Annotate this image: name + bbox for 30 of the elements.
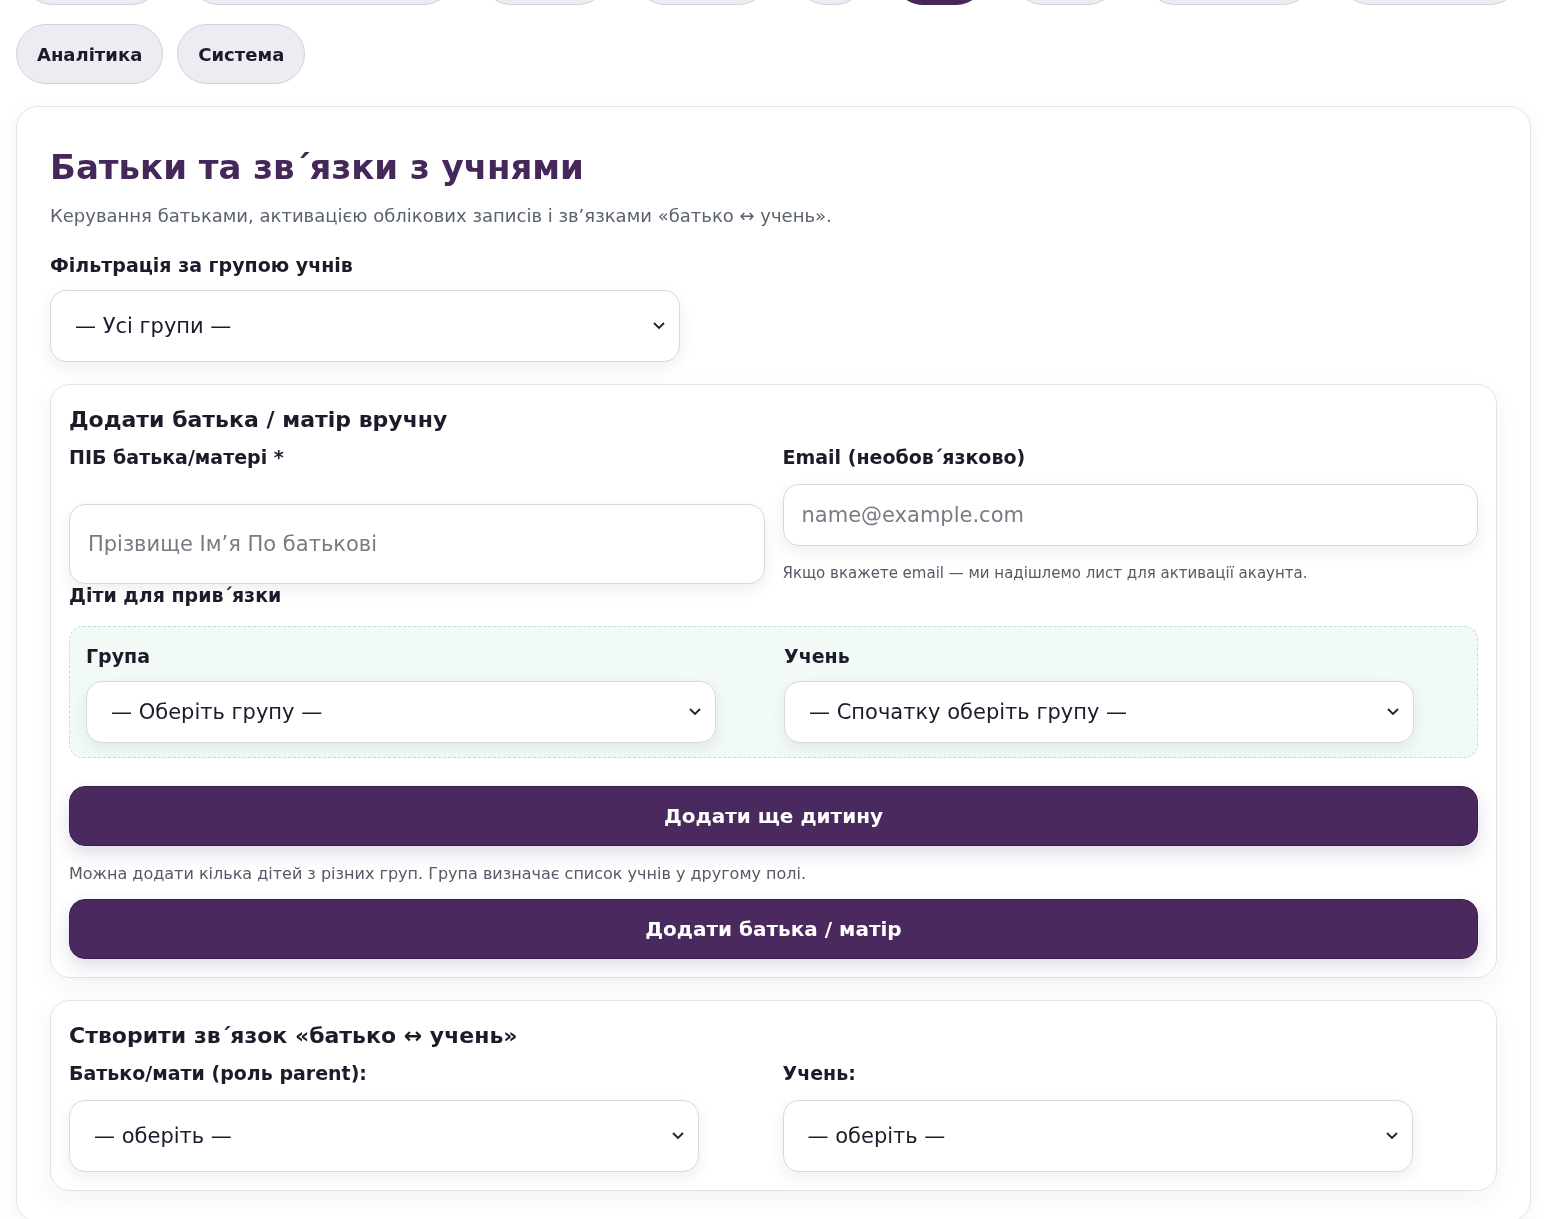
parent-select[interactable]: — оберіть —	[69, 1100, 699, 1172]
field-label: Діти для прив΄язки	[69, 584, 283, 606]
section-title: Створити зв΄язок «батько ↔ учень»	[69, 1023, 519, 1048]
group-filter-select[interactable]: — Усі групи —	[50, 290, 680, 362]
help-text: Можна додати кілька дітей з різних груп. Група визначає список учнів у другому полі.	[69, 864, 807, 883]
nav-tab[interactable]: Аналітика	[16, 24, 164, 84]
student-select[interactable]: — оберіть —	[782, 1100, 1413, 1172]
field-label: Учень	[784, 645, 851, 667]
page-title: Батьки та зв΄язки з учнями	[50, 147, 585, 187]
add-parent-button[interactable]: Додати батька / матір	[69, 899, 1478, 959]
field-label: Учень:	[782, 1062, 857, 1084]
field-label: Фільтрація за групою учнів	[50, 254, 354, 276]
page-subtitle: Керування батьками, активацією облікових записів і зв’язками «батько ↔ учень».	[50, 205, 833, 226]
field-label: Email (необов΄язково)	[782, 446, 1027, 468]
chevron-down-icon	[672, 1132, 684, 1140]
email-hint: Якщо вкажете email — ми надішлемо лист для активації акаунта.	[782, 564, 1309, 582]
email-input[interactable]: name@example.com	[782, 484, 1478, 546]
field-label: Батько/мати (роль parent):	[69, 1062, 368, 1084]
add-child-button[interactable]: Додати ще дитину	[69, 786, 1478, 846]
chevron-down-icon	[689, 708, 701, 716]
field-label: Група	[86, 645, 152, 667]
chevron-down-icon	[1387, 708, 1399, 716]
nav-tab[interactable]: Система	[177, 24, 306, 84]
name-input[interactable]: Прізвище Ім’я По батькові	[69, 504, 765, 584]
chevron-down-icon	[1385, 1132, 1398, 1140]
section-title: Додати батька / матір вручну	[69, 407, 449, 432]
group-select[interactable]: — Оберіть групу —	[86, 681, 716, 743]
field-label: ПІБ батька/матері *	[69, 446, 285, 468]
chevron-down-icon	[653, 322, 665, 330]
student-select[interactable]: — Спочатку оберіть групу —	[784, 681, 1414, 743]
